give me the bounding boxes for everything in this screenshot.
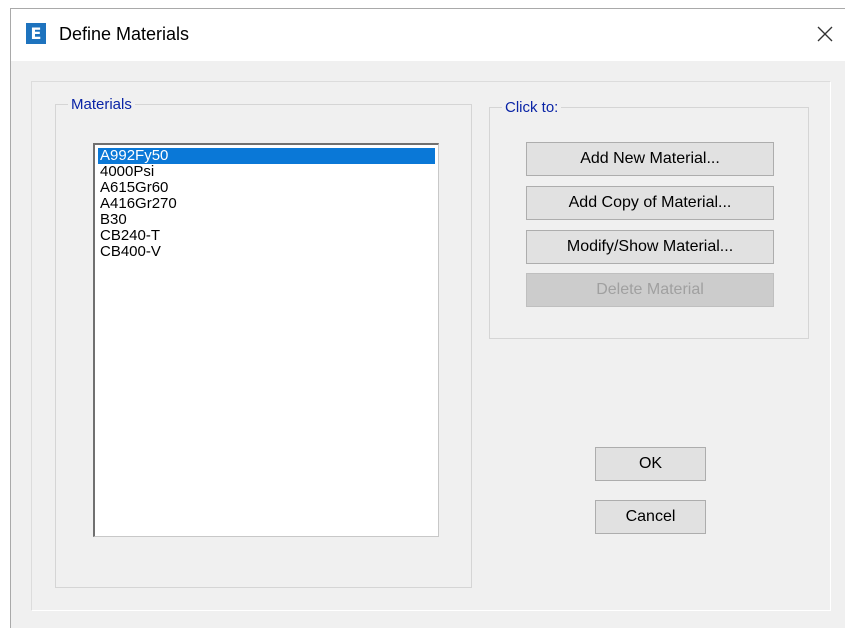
list-item[interactable]: A992Fy50 [98, 148, 435, 164]
list-item[interactable]: 4000Psi [98, 164, 435, 180]
list-item[interactable]: CB240-T [98, 228, 435, 244]
click-to-groupbox: Click to: Add New Material... Add Copy o… [489, 99, 809, 339]
delete-material-button: Delete Material [526, 273, 774, 307]
list-item[interactable]: B30 [98, 212, 435, 228]
list-item[interactable]: A416Gr270 [98, 196, 435, 212]
dialog-title: Define Materials [59, 24, 190, 44]
close-icon [817, 26, 833, 42]
materials-group-label: Materials [68, 96, 135, 113]
list-item[interactable]: CB400-V [98, 244, 435, 260]
click-to-group-label: Click to: [502, 99, 562, 116]
ok-button[interactable]: OK [595, 447, 706, 481]
cancel-button[interactable]: Cancel [595, 500, 706, 534]
dialog-body: Materials A992Fy50 4000Psi A615Gr60 A416… [31, 81, 831, 611]
define-materials-dialog: E Define Materials Materials A992Fy50 40… [10, 8, 845, 628]
materials-listbox[interactable]: A992Fy50 4000Psi A615Gr60 A416Gr270 B30 … [93, 143, 439, 537]
title-bar: E Define Materials [11, 9, 845, 61]
add-new-material-button[interactable]: Add New Material... [526, 142, 774, 176]
materials-groupbox: Materials A992Fy50 4000Psi A615Gr60 A416… [55, 96, 472, 588]
list-item[interactable]: A615Gr60 [98, 180, 435, 196]
modify-show-material-button[interactable]: Modify/Show Material... [526, 230, 774, 264]
add-copy-of-material-button[interactable]: Add Copy of Material... [526, 186, 774, 220]
etabs-app-icon: E [26, 23, 46, 44]
close-button[interactable] [812, 21, 838, 47]
